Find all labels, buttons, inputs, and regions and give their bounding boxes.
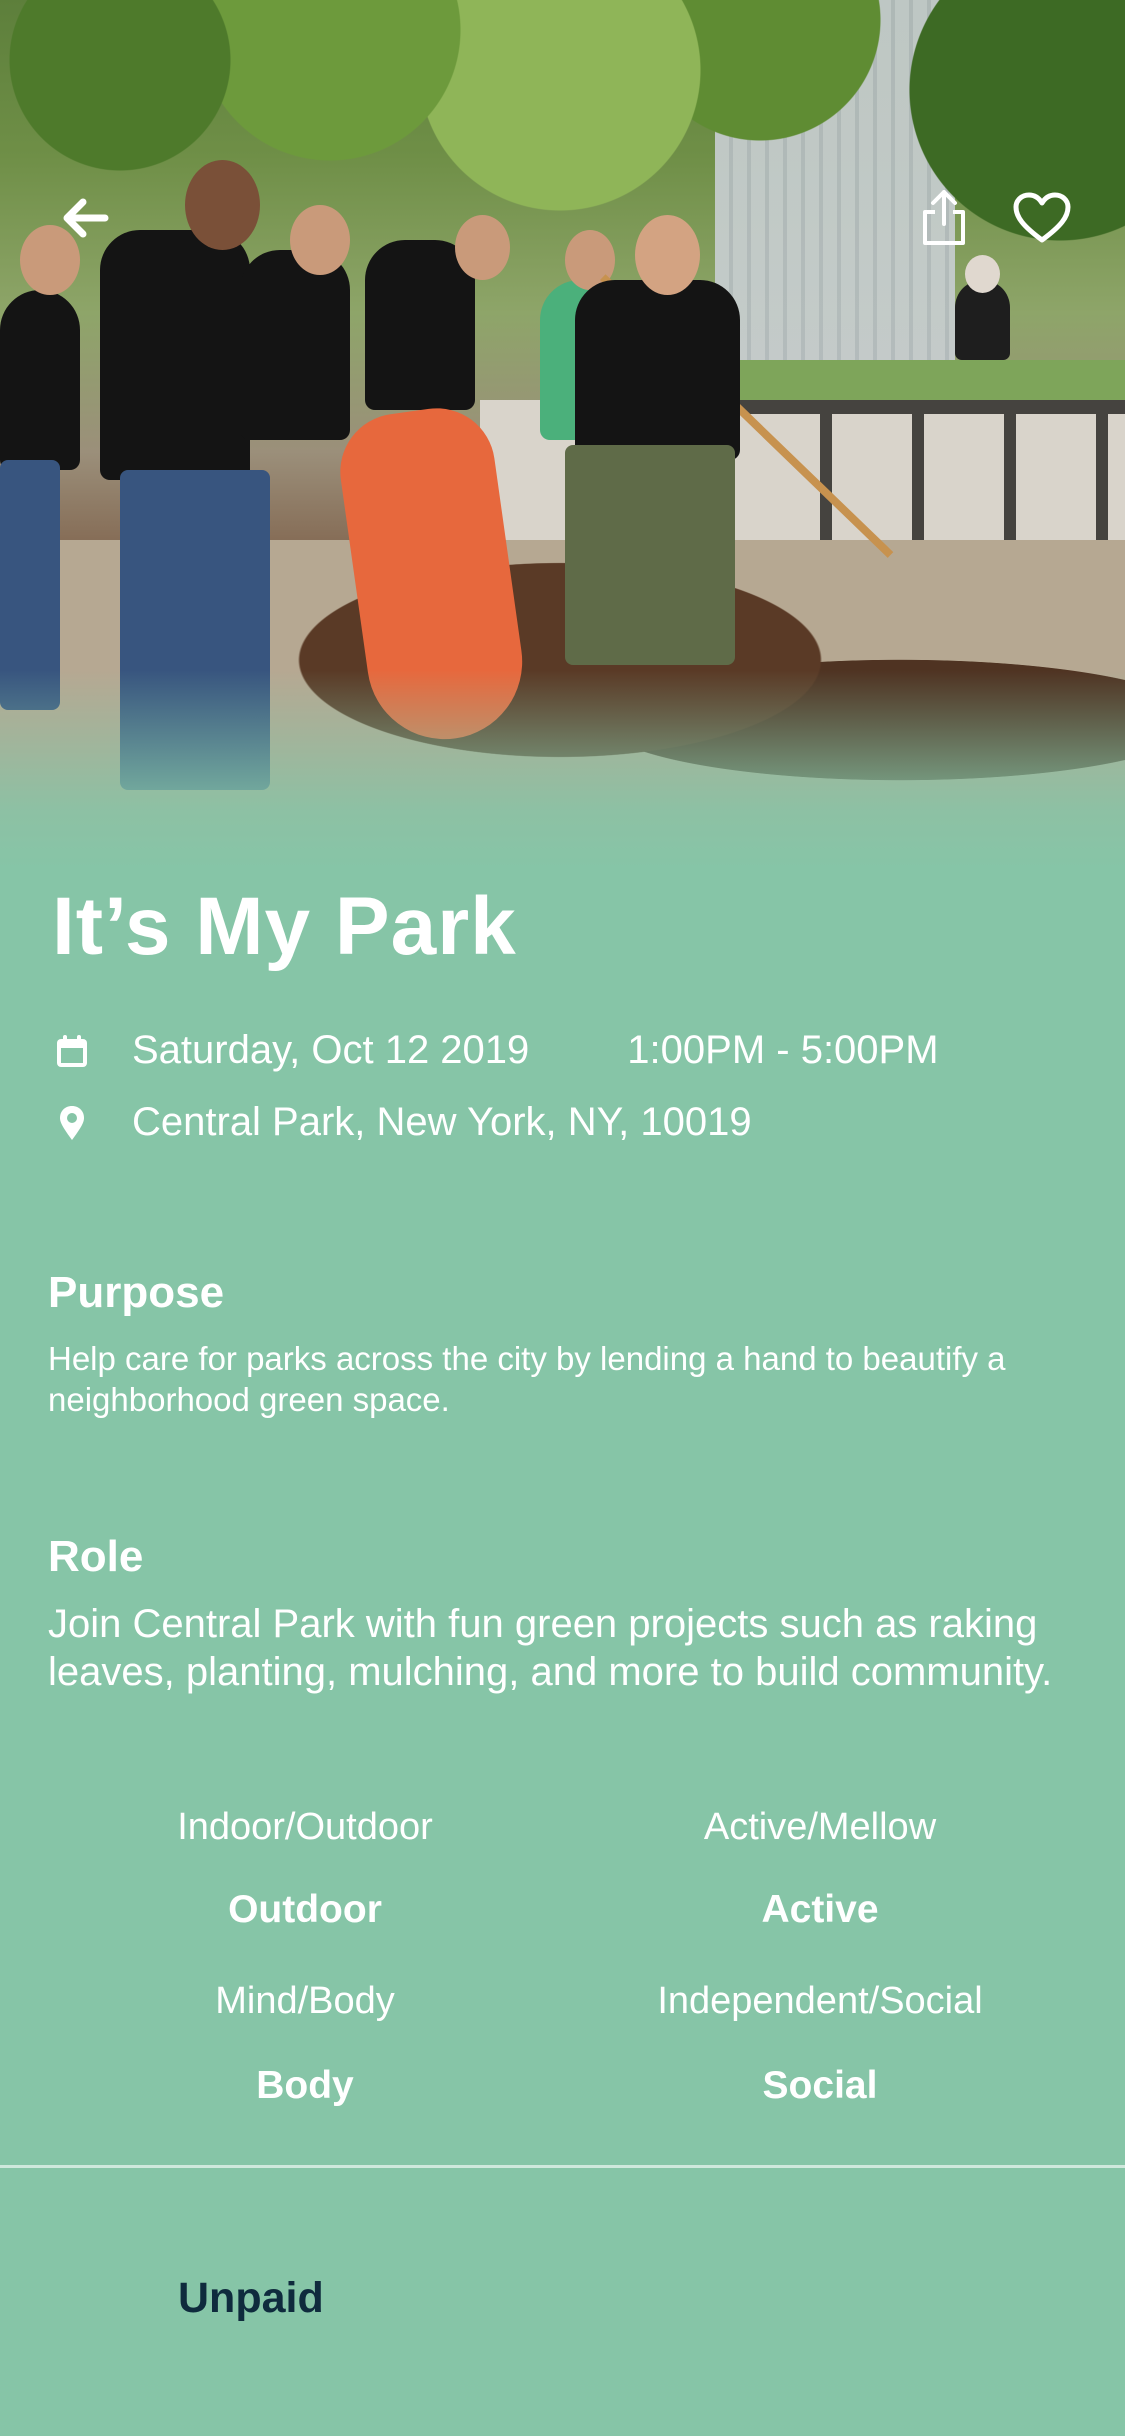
attribute-mind-body: Mind/Body bbox=[45, 1980, 565, 2023]
attribute-independent-social-value-wrap: Social bbox=[560, 2064, 1080, 2108]
attribute-mind-body-value-wrap: Body bbox=[45, 2064, 565, 2108]
event-location-row[interactable]: Central Park, New York, NY, 10019 bbox=[52, 1100, 752, 1145]
attribute-label: Active/Mellow bbox=[703, 1806, 937, 1848]
role-heading: Role bbox=[48, 1532, 144, 1581]
volunteer-figure bbox=[100, 230, 250, 480]
attribute-indoor-outdoor: Indoor/Outdoor bbox=[45, 1806, 565, 1849]
section-divider bbox=[0, 2165, 1125, 2168]
volunteer-legs bbox=[565, 445, 735, 665]
back-arrow-icon[interactable] bbox=[50, 188, 120, 248]
volunteer-figure bbox=[240, 250, 350, 440]
volunteer-head bbox=[290, 205, 350, 275]
event-datetime-row: Saturday, Oct 12 2019 1:00PM - 5:00PM bbox=[52, 1028, 939, 1073]
volunteer-figure bbox=[575, 280, 740, 460]
attribute-active-mellow-value-wrap: Active bbox=[560, 1888, 1080, 1932]
attribute-value: Active bbox=[761, 1888, 879, 1931]
volunteer-head bbox=[635, 215, 700, 295]
calendar-icon bbox=[52, 1029, 92, 1073]
event-hero-photo bbox=[0, 0, 1125, 870]
hero-gradient-fade bbox=[0, 670, 1125, 870]
attribute-label: Independent/Social bbox=[657, 1980, 983, 2022]
event-location: Central Park, New York, NY, 10019 bbox=[132, 1100, 752, 1144]
attribute-value: Body bbox=[256, 2064, 354, 2107]
purpose-heading: Purpose bbox=[48, 1268, 225, 1317]
location-pin-icon bbox=[52, 1101, 92, 1145]
heart-icon[interactable] bbox=[1008, 186, 1076, 250]
compensation-label: Unpaid bbox=[178, 2274, 324, 2322]
attribute-value: Outdoor bbox=[228, 1888, 382, 1931]
volunteer-head bbox=[185, 160, 260, 250]
volunteer-figure bbox=[365, 240, 475, 410]
attribute-label: Mind/Body bbox=[215, 1980, 395, 2022]
attribute-value: Social bbox=[762, 2064, 878, 2107]
volunteer-head bbox=[455, 215, 510, 280]
event-time: 1:00PM - 5:00PM bbox=[627, 1028, 939, 1072]
purpose-text: Help care for parks across the city by l… bbox=[48, 1340, 1006, 1419]
event-title: It’s My Park bbox=[52, 881, 517, 972]
share-icon[interactable] bbox=[912, 186, 976, 250]
attribute-label: Indoor/Outdoor bbox=[177, 1806, 433, 1848]
event-detail-screen: It’s My Park Saturday, Oct 12 2019 1:00P… bbox=[0, 0, 1125, 2436]
role-text: Join Central Park with fun green project… bbox=[48, 1602, 1053, 1694]
attribute-independent-social: Independent/Social bbox=[560, 1980, 1080, 2023]
volunteer-figure bbox=[0, 290, 80, 470]
attribute-indoor-outdoor-value-wrap: Outdoor bbox=[45, 1888, 565, 1932]
attribute-active-mellow: Active/Mellow bbox=[560, 1806, 1080, 1849]
event-date: Saturday, Oct 12 2019 bbox=[132, 1028, 530, 1072]
pedestrian-head bbox=[965, 255, 1000, 293]
